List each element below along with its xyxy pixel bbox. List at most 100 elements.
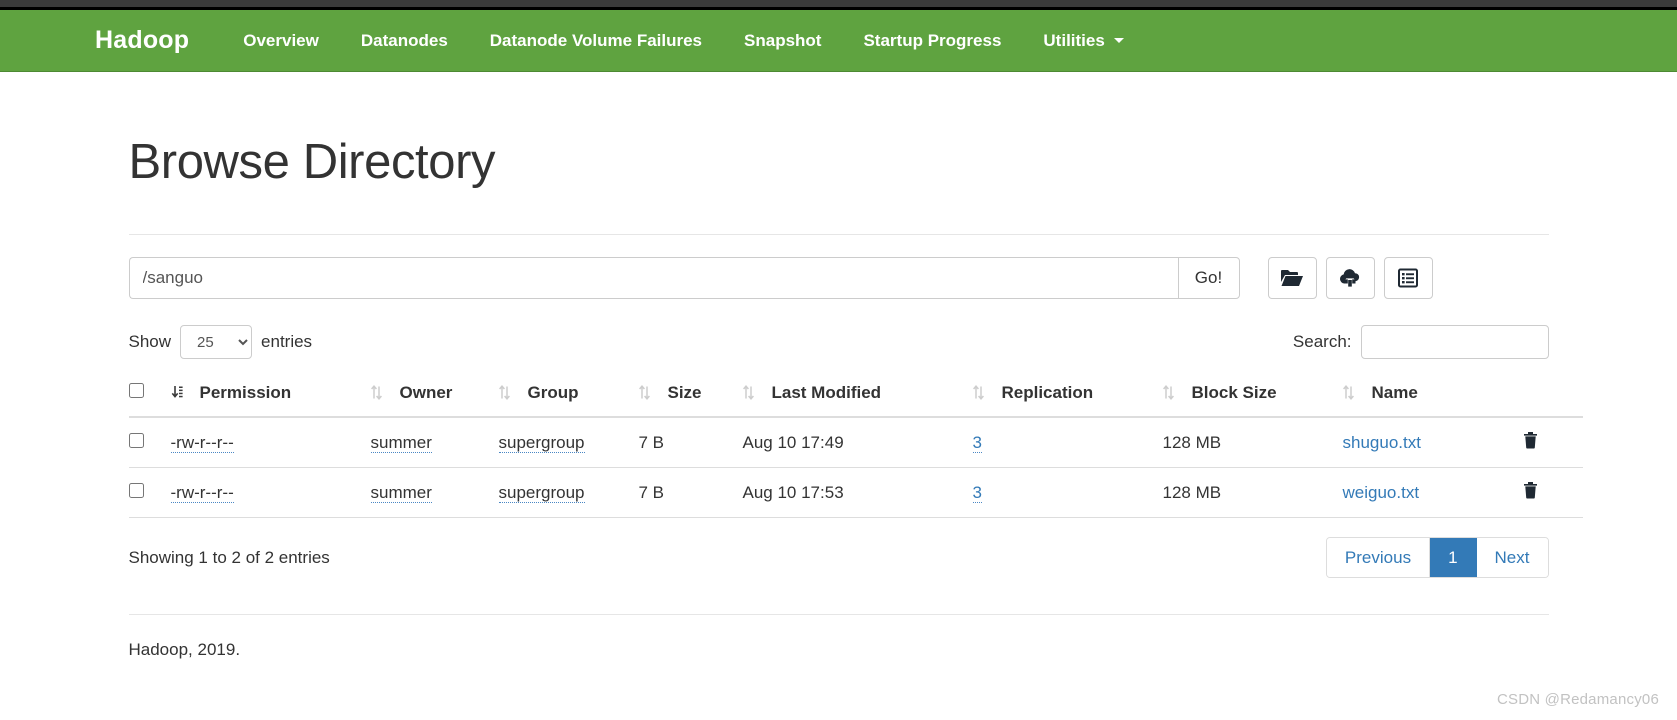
nav-item-overview[interactable]: Overview (222, 31, 340, 51)
row-checkbox[interactable] (128, 432, 144, 448)
column-header-last-modified-label: Last Modified (771, 383, 882, 402)
column-header-block-size-label: Block Size (1191, 383, 1277, 402)
sort-both-icon (1342, 384, 1359, 400)
pagination-page-1[interactable]: 1 (1430, 538, 1477, 577)
watermark: CSDN @Redamancy06 (1496, 691, 1659, 708)
column-header-group-label: Group (527, 383, 579, 402)
nav-item-startup-progress[interactable]: Startup Progress (842, 31, 1022, 51)
delete-file-button[interactable] (1523, 431, 1538, 452)
page-container: Browse Directory Go! (114, 134, 1583, 660)
table-header-row: Permission Owner Group Size Last Modifie… (128, 374, 1583, 418)
search-control: Search: (1293, 325, 1549, 359)
path-toolbar: Go! (128, 257, 1549, 299)
main-navbar: Hadoop Overview Datanodes Datanode Volum… (0, 10, 1677, 72)
chevron-down-icon (1113, 38, 1124, 43)
nav-item-datanode-volume-failures[interactable]: Datanode Volume Failures (469, 31, 723, 51)
list-alt-icon (1398, 268, 1418, 288)
column-header-owner[interactable]: Owner (370, 374, 499, 418)
replication-value[interactable]: 3 (972, 482, 982, 503)
page-title: Browse Directory (128, 135, 496, 189)
table-info: Showing 1 to 2 of 2 entries (128, 547, 330, 567)
nav-item-datanodes[interactable]: Datanodes (340, 31, 469, 51)
sort-both-icon (638, 384, 655, 400)
sort-both-icon (370, 384, 387, 400)
column-header-owner-label: Owner (399, 383, 453, 402)
cell-replication: 3 (972, 417, 1163, 468)
window-top-strip (0, 0, 1677, 7)
trash-icon (1523, 431, 1538, 452)
pagination-previous[interactable]: Previous (1326, 538, 1431, 577)
footer-divider (128, 614, 1549, 615)
group-value[interactable]: supergroup (498, 482, 585, 503)
cell-name: shuguo.txt (1342, 417, 1523, 468)
create-directory-button[interactable] (1267, 257, 1317, 299)
go-button[interactable]: Go! (1177, 257, 1240, 299)
search-input[interactable] (1360, 325, 1549, 359)
column-header-actions (1522, 374, 1583, 418)
cell-name: weiguo.txt (1342, 467, 1523, 518)
file-name-link[interactable]: shuguo.txt (1343, 433, 1421, 452)
cell-permission: -rw-r--r-- (170, 467, 371, 518)
cell-replication: 3 (972, 467, 1163, 518)
cell-permission: -rw-r--r-- (170, 417, 371, 468)
page-length-select[interactable]: 10 25 50 100 (180, 325, 253, 359)
permission-value[interactable]: -rw-r--r-- (170, 482, 234, 503)
path-input-group: Go! (128, 257, 1240, 299)
table-row: -rw-r--r-- summer supergroup 7 B Aug 10 … (128, 467, 1583, 518)
sort-both-icon (972, 384, 989, 400)
cell-block-size: 128 MB (1162, 467, 1343, 518)
cut-high-availability-button[interactable] (1383, 257, 1433, 299)
column-header-group[interactable]: Group (498, 374, 639, 418)
file-name-link[interactable]: weiguo.txt (1343, 483, 1420, 502)
owner-value[interactable]: summer (370, 432, 432, 453)
brand-hadoop[interactable]: Hadoop (95, 26, 189, 55)
pagination: Previous 1 Next (1325, 537, 1549, 578)
table-controls: Show 10 25 50 100 entries Search: (129, 324, 1549, 360)
cloud-upload-icon (1338, 268, 1362, 288)
permission-value[interactable]: -rw-r--r-- (170, 432, 234, 453)
cell-owner: summer (370, 417, 499, 468)
column-header-name[interactable]: Name (1342, 374, 1523, 418)
sort-descending-icon (171, 385, 187, 400)
column-header-size[interactable]: Size (638, 374, 743, 418)
file-listing-table: Permission Owner Group Size Last Modifie… (128, 374, 1583, 518)
search-label: Search: (1292, 332, 1352, 351)
owner-value[interactable]: summer (370, 482, 432, 503)
nav-item-snapshot[interactable]: Snapshot (723, 31, 842, 51)
column-header-select-all (128, 374, 171, 418)
title-divider (128, 234, 1549, 235)
group-value[interactable]: supergroup (498, 432, 585, 453)
path-action-buttons (1267, 257, 1433, 299)
sort-both-icon (498, 384, 515, 400)
column-header-last-modified[interactable]: Last Modified (742, 374, 973, 418)
sort-both-icon (1162, 384, 1179, 400)
cell-group: supergroup (498, 417, 639, 468)
directory-path-input[interactable] (128, 257, 1178, 299)
column-header-name-label: Name (1371, 383, 1418, 402)
cell-owner: summer (370, 467, 499, 518)
column-header-replication-label: Replication (1001, 383, 1094, 402)
delete-file-button[interactable] (1523, 481, 1538, 502)
cell-actions (1522, 467, 1583, 518)
nav-item-utilities-label: Utilities (1043, 30, 1105, 50)
column-header-size-label: Size (667, 383, 702, 402)
row-checkbox[interactable] (128, 482, 144, 498)
nav-item-utilities[interactable]: Utilities (1022, 31, 1144, 51)
upload-file-button[interactable] (1325, 257, 1375, 299)
column-header-permission-label: Permission (199, 383, 292, 402)
cell-actions (1522, 417, 1583, 468)
sort-both-icon (742, 384, 759, 400)
column-header-permission[interactable]: Permission (170, 374, 371, 418)
column-header-block-size[interactable]: Block Size (1162, 374, 1343, 418)
cell-last-modified: Aug 10 17:53 (742, 467, 973, 518)
select-all-checkbox[interactable] (128, 383, 144, 398)
footer-text: Hadoop, 2019. (128, 640, 241, 659)
table-footer: Showing 1 to 2 of 2 entries Previous 1 N… (129, 537, 1549, 578)
pagination-next[interactable]: Next (1476, 538, 1548, 577)
replication-value[interactable]: 3 (972, 432, 982, 453)
column-header-replication[interactable]: Replication (972, 374, 1163, 418)
cell-size: 7 B (638, 417, 743, 468)
cell-size: 7 B (638, 467, 743, 518)
cell-group: supergroup (498, 467, 639, 518)
page-length-control: Show 10 25 50 100 entries (129, 325, 312, 359)
